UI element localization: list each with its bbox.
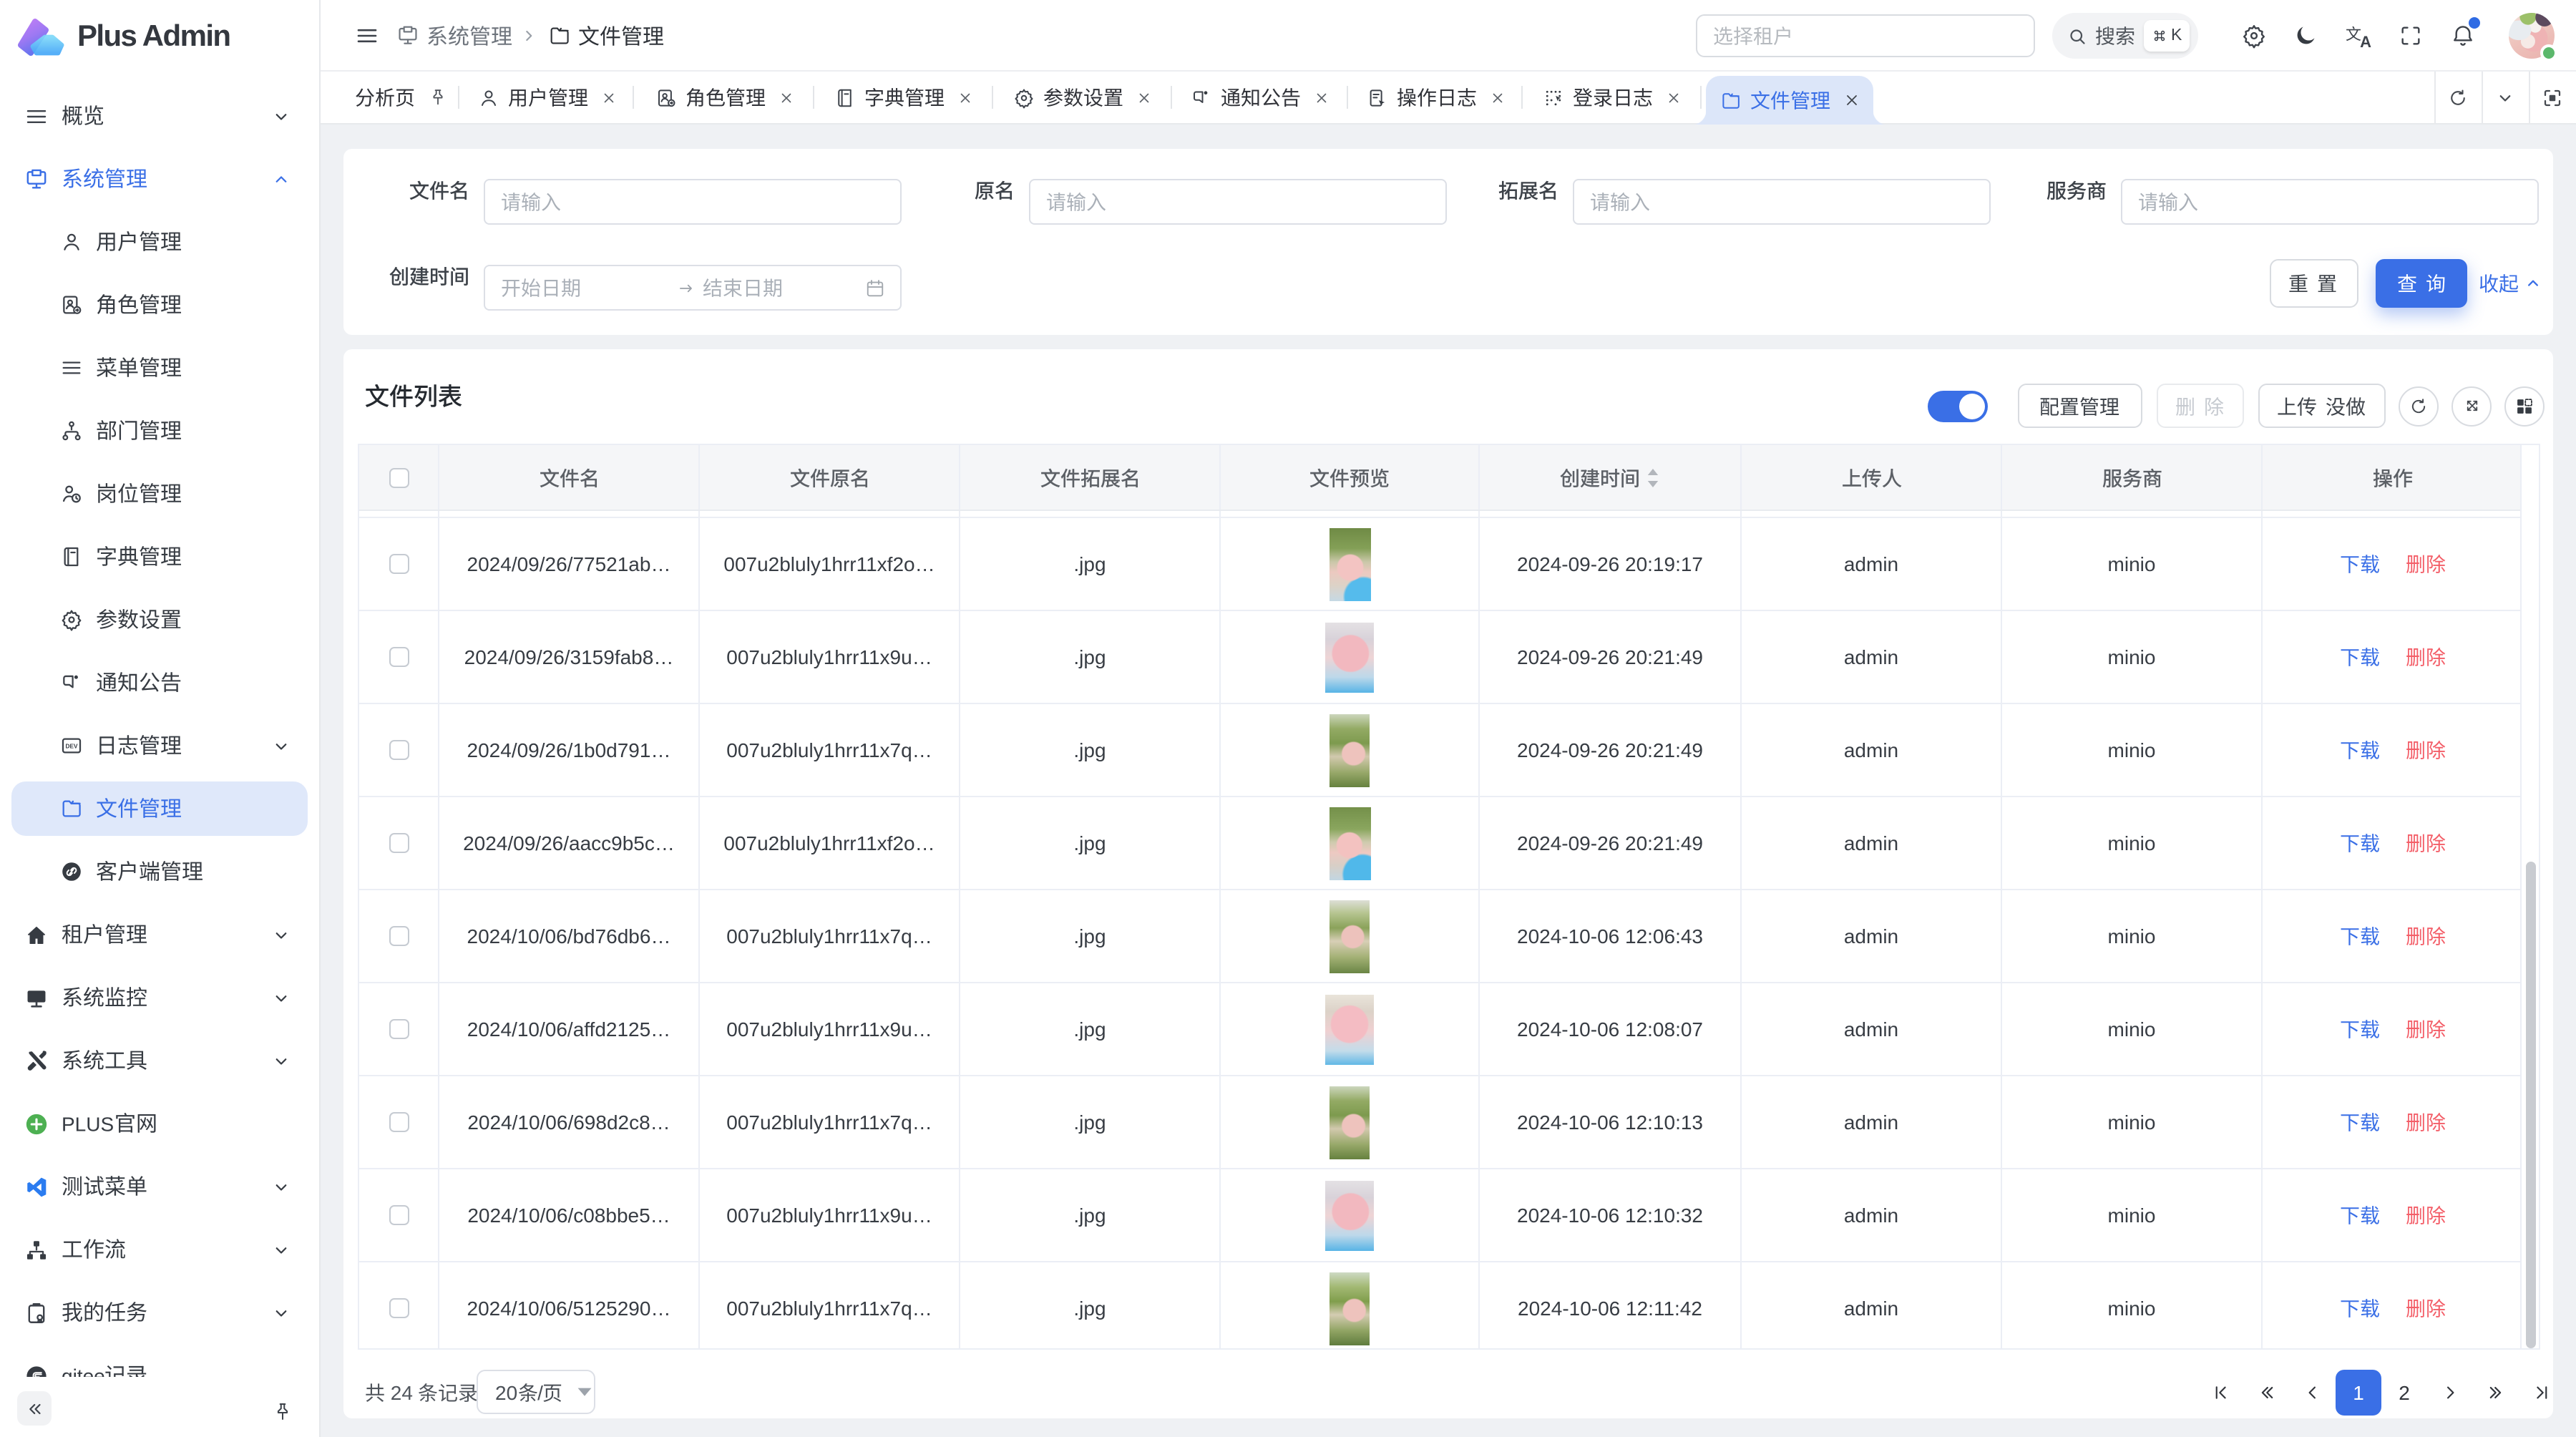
- svg-text:DEV: DEV: [66, 744, 78, 750]
